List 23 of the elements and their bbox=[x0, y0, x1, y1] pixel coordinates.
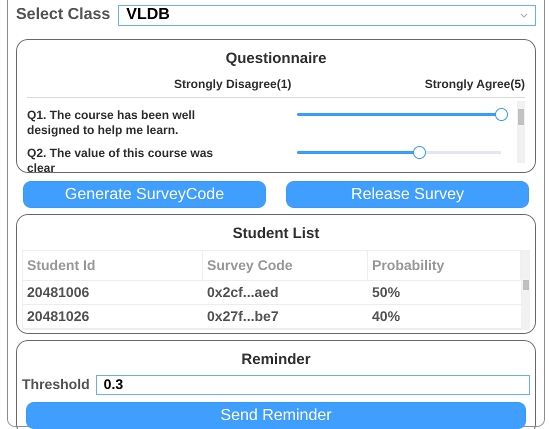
table-cell-text: 20481026 bbox=[26, 306, 90, 326]
class-dropdown[interactable]: VLDB bbox=[118, 4, 536, 26]
question-text: Q1. The course has been well designed to help me learn. bbox=[27, 108, 196, 136]
question-text: Q2. The value of this course was clear bbox=[27, 146, 214, 174]
table-cell-text: 20481006 bbox=[26, 282, 90, 302]
action-button[interactable]: Release Survey bbox=[286, 181, 529, 208]
threshold-field[interactable]: 0.3 bbox=[96, 374, 530, 394]
action-button[interactable]: Generate SurveyCode bbox=[23, 181, 266, 208]
card-title: Student List bbox=[232, 224, 320, 244]
action-button[interactable]: Send Reminder bbox=[26, 402, 526, 429]
column-header: Probability bbox=[368, 250, 521, 280]
table-cell-text: 40% bbox=[371, 306, 402, 326]
column-header: Student Id bbox=[23, 250, 203, 280]
column-header: Survey Code bbox=[203, 250, 368, 280]
table-cell-text: 50% bbox=[371, 282, 402, 302]
select-class-label: Select Class bbox=[16, 5, 110, 25]
threshold-label: Threshold bbox=[22, 375, 90, 394]
table-cell-text: 0x2cf...aed bbox=[206, 282, 280, 302]
scale-high-label: Strongly Agree(5) bbox=[424, 76, 525, 92]
scale-low-label: Strongly Disagree(1) bbox=[174, 76, 292, 92]
card-title: Questionnaire bbox=[224, 49, 328, 69]
card-title: Reminder bbox=[240, 350, 312, 370]
table-cell-text: 0x27f...be7 bbox=[206, 306, 280, 326]
